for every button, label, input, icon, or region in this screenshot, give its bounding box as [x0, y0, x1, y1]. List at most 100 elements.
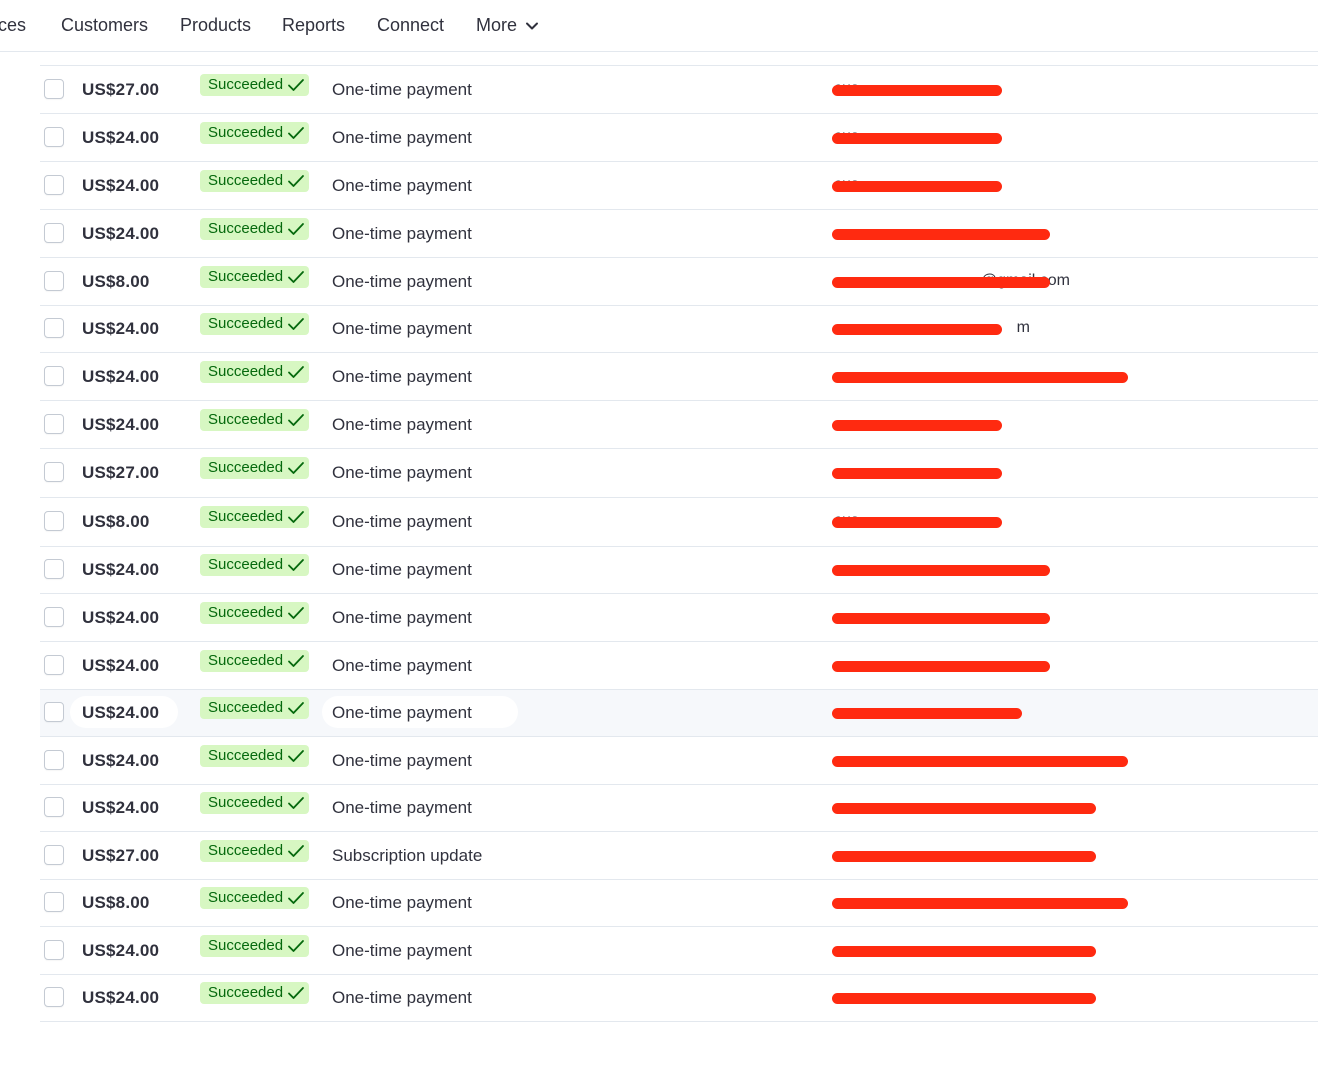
table-row[interactable]: US$24.00 Succeeded One-time payment	[40, 690, 1318, 737]
row-checkbox[interactable]	[44, 607, 64, 627]
row-checkbox[interactable]	[44, 511, 64, 531]
chevron-down-icon	[526, 22, 539, 29]
customer-cell[interactable]	[832, 222, 1070, 244]
nav-item-reports[interactable]: Reports	[282, 15, 345, 36]
payment-description: Subscription update	[332, 846, 483, 865]
table-row[interactable]: US$8.00 Succeeded One-time payment @gmail.c…	[40, 258, 1318, 306]
redaction-mark	[832, 420, 1002, 431]
status-badge-label: Succeeded	[208, 937, 284, 954]
customer-cell[interactable]	[832, 749, 1148, 771]
customer-cell[interactable]	[832, 461, 1022, 483]
row-checkbox[interactable]	[44, 175, 64, 195]
table-row[interactable]: US$24.00 Succeeded One-time payment	[40, 642, 1318, 690]
customer-cell[interactable]: cus_	[832, 126, 1022, 148]
checkmark-icon	[288, 940, 304, 952]
top-navigation: ces Customers Products Reports Connect M…	[0, 0, 1318, 52]
redaction-mark	[832, 181, 1002, 192]
payment-description: One-time payment	[332, 224, 472, 243]
table-row[interactable]: US$24.00 Succeeded One-time payment	[40, 737, 1318, 785]
payment-amount: US$24.00	[82, 128, 160, 147]
nav-item-connect[interactable]: Connect	[377, 15, 444, 36]
customer-cell[interactable]	[832, 558, 1070, 580]
row-checkbox[interactable]	[44, 559, 64, 579]
table-row[interactable]: US$24.00 Succeeded One-time payment	[40, 210, 1318, 258]
payment-amount: US$24.00	[82, 941, 160, 960]
table-row[interactable]: US$24.00 Succeeded One-time payment	[40, 353, 1318, 401]
row-checkbox[interactable]	[44, 271, 64, 291]
row-checkbox[interactable]	[44, 223, 64, 243]
checkmark-icon	[288, 797, 304, 809]
table-row[interactable]: US$24.00 Succeeded One-time payment cus_	[40, 114, 1318, 162]
customer-cell[interactable]	[832, 413, 1022, 435]
payments-table: US$27.00SucceededOne-time paymentcus_US$…	[40, 65, 1318, 1022]
row-checkbox[interactable]	[44, 940, 64, 960]
row-checkbox[interactable]	[44, 462, 64, 482]
customer-cell[interactable]: @gmail.com	[832, 270, 1070, 292]
customer-cell[interactable]	[832, 701, 1042, 723]
table-row[interactable]: US$27.00 Succeeded One-time payment cus_	[40, 66, 1318, 114]
table-row[interactable]: US$27.00 Succeeded One-time payment	[40, 449, 1318, 498]
row-checkbox[interactable]	[44, 414, 64, 434]
payment-amount: US$24.00	[82, 656, 160, 675]
row-checkbox[interactable]	[44, 79, 64, 99]
checkmark-icon	[288, 175, 304, 187]
checkmark-icon	[288, 511, 304, 523]
redaction-mark	[832, 565, 1050, 576]
row-checkbox[interactable]	[44, 127, 64, 147]
status-badge: Succeeded	[200, 792, 310, 814]
payment-description: One-time payment	[332, 176, 472, 195]
customer-cell[interactable]	[832, 891, 1148, 913]
status-badge-label: Succeeded	[208, 984, 284, 1001]
table-row[interactable]: US$24.00 Succeeded One-time payment	[40, 401, 1318, 449]
customer-cell[interactable]: m	[832, 317, 1030, 339]
status-badge: Succeeded	[200, 218, 310, 240]
payment-description: One-time payment	[332, 463, 472, 482]
table-row[interactable]: US$27.00 Succeeded Subscription update	[40, 832, 1318, 880]
table-row[interactable]: US$24.00 Succeeded One-time payment m	[40, 306, 1318, 353]
table-row[interactable]: US$24.00 Succeeded One-time payment	[40, 785, 1318, 832]
table-row[interactable]: US$24.00 Succeeded One-time payment	[40, 927, 1318, 975]
payment-amount: US$8.00	[82, 272, 150, 291]
payment-amount: US$24.00	[82, 415, 160, 434]
table-row[interactable]: US$24.00 Succeeded One-time payment cus_	[40, 162, 1318, 210]
customer-cell[interactable]: cus_	[832, 174, 1022, 196]
table-row[interactable]: US$24.00 Succeeded One-time payment	[40, 594, 1318, 642]
row-checkbox[interactable]	[44, 797, 64, 817]
row-checkbox[interactable]	[44, 845, 64, 865]
row-checkbox[interactable]	[44, 750, 64, 770]
payment-description: One-time payment	[332, 988, 472, 1007]
customer-cell[interactable]	[832, 986, 1116, 1008]
customer-cell[interactable]: cus_	[832, 78, 1022, 100]
table-row[interactable]: US$8.00 Succeeded One-time payment	[40, 880, 1318, 927]
status-badge: Succeeded	[200, 602, 310, 624]
table-row[interactable]: US$8.00 Succeeded One-time payment cus_	[40, 498, 1318, 547]
customer-cell[interactable]: cus_	[832, 510, 1022, 532]
table-row[interactable]: US$24.00 Succeeded One-time payment	[40, 547, 1318, 594]
status-badge-label: Succeeded	[208, 220, 284, 237]
nav-more-menu[interactable]: More	[476, 15, 539, 36]
table-row[interactable]: US$24.00 Succeeded One-time payment	[40, 975, 1318, 1022]
status-badge: Succeeded	[200, 887, 310, 909]
status-badge: Succeeded	[200, 409, 310, 431]
nav-item-balances[interactable]: ces	[0, 15, 26, 36]
status-badge: Succeeded	[200, 266, 310, 288]
status-badge: Succeeded	[200, 935, 310, 957]
status-badge-label: Succeeded	[208, 268, 284, 285]
customer-cell[interactable]	[832, 654, 1070, 676]
nav-item-customers[interactable]: Customers	[61, 15, 148, 36]
row-checkbox[interactable]	[44, 366, 64, 386]
customer-cell[interactable]	[832, 606, 1070, 628]
row-checkbox[interactable]	[44, 318, 64, 338]
row-checkbox[interactable]	[44, 892, 64, 912]
row-checkbox[interactable]	[44, 987, 64, 1007]
row-checkbox[interactable]	[44, 702, 64, 722]
payment-description: One-time payment	[332, 941, 472, 960]
status-badge-label: Succeeded	[208, 747, 284, 764]
customer-cell[interactable]	[832, 796, 1116, 818]
customer-cell[interactable]	[832, 939, 1116, 961]
customer-cell[interactable]	[832, 365, 1148, 387]
nav-item-products[interactable]: Products	[180, 15, 251, 36]
customer-cell[interactable]	[832, 844, 1116, 866]
payment-amount: US$27.00	[82, 846, 160, 865]
row-checkbox[interactable]	[44, 655, 64, 675]
